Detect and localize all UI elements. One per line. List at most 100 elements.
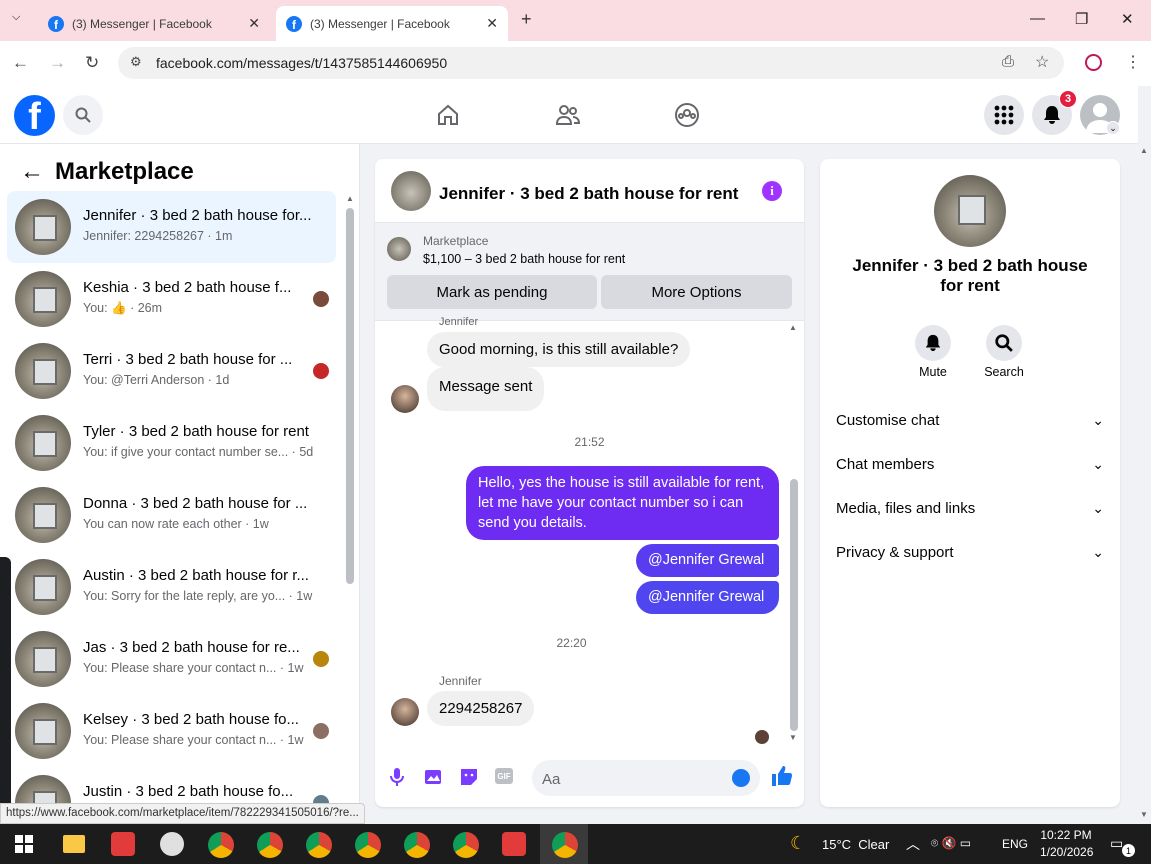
conversation-item[interactable]: Kelsey · 3 bed 2 bath house fo... You: P… xyxy=(7,695,336,767)
conversation-name: Justin · 3 bed 2 bath house fo... xyxy=(83,783,294,800)
bookmark-star-icon[interactable]: ☆ xyxy=(1035,52,1049,72)
sticker-icon[interactable] xyxy=(459,767,479,790)
facebook-logo-icon[interactable]: f xyxy=(14,95,55,136)
close-window-icon[interactable]: ✕ xyxy=(1121,10,1134,28)
tab-search-icon[interactable]: ⌵ xyxy=(12,11,20,24)
chrome-icon[interactable] xyxy=(257,832,283,858)
listing-price[interactable]: $1,100 – 3 bed 2 bath house for rent xyxy=(423,252,625,266)
language-indicator[interactable]: ENG xyxy=(1002,837,1028,851)
conversation-list-scrollbar[interactable] xyxy=(346,208,354,584)
more-options-button[interactable]: More Options xyxy=(601,275,792,309)
clock[interactable]: 10:22 PM 1/20/2026 xyxy=(1040,827,1094,861)
section-customise-chat[interactable]: Customise chat ⌄ xyxy=(836,412,1104,429)
listing-thumbnail[interactable] xyxy=(387,237,411,261)
section-privacy-support[interactable]: Privacy & support ⌄ xyxy=(836,544,1104,561)
section-media-files-links[interactable]: Media, files and links ⌄ xyxy=(836,500,1104,517)
weather-text[interactable]: 15°C Clear xyxy=(822,837,889,852)
facebook-header: f 3 ⌄ xyxy=(0,86,1138,144)
home-nav[interactable] xyxy=(433,100,463,130)
apps-grid-icon xyxy=(994,105,1014,125)
tab-messenger-1[interactable]: f (3) Messenger | Facebook ✕ xyxy=(38,6,270,41)
scroll-down-icon[interactable]: ▼ xyxy=(789,733,797,742)
windows-start-icon[interactable] xyxy=(15,835,33,856)
incoming-message[interactable]: 2294258267 xyxy=(427,691,535,726)
conversation-item[interactable]: Keshia · 3 bed 2 bath house f... You: 👍 … xyxy=(7,263,336,335)
chevron-down-icon: ⌄ xyxy=(1092,500,1104,516)
read-receipt-avatar xyxy=(313,723,329,739)
friends-nav[interactable] xyxy=(553,100,583,130)
listing-avatar-large[interactable] xyxy=(934,175,1006,247)
tray-icons[interactable]: ⌾ 🔇 ▭ xyxy=(931,836,971,851)
photo-icon[interactable] xyxy=(424,767,444,790)
mark-as-pending-button[interactable]: Mark as pending xyxy=(387,275,597,309)
chat-scrollbar[interactable] xyxy=(790,479,798,731)
site-info-icon[interactable]: ⚙ xyxy=(130,54,142,70)
gif-icon[interactable]: GIF xyxy=(495,768,513,784)
chat-title[interactable]: Jennifer · 3 bed 2 bath house for rent xyxy=(439,184,738,204)
forward-icon[interactable]: → xyxy=(49,53,66,73)
chrome-icon[interactable] xyxy=(208,832,234,858)
reload-icon[interactable]: ↻ xyxy=(85,53,99,73)
search-icon xyxy=(995,334,1013,352)
search-chat-button[interactable] xyxy=(986,325,1022,361)
message-input[interactable]: Aa xyxy=(532,760,760,796)
paint-icon[interactable] xyxy=(160,832,184,856)
tab-messenger-2[interactable]: f (3) Messenger | Facebook ✕ xyxy=(276,6,508,41)
conversation-item[interactable]: Tyler · 3 bed 2 bath house for rent You:… xyxy=(7,407,336,479)
tray-chevron-icon[interactable]: ︿ xyxy=(906,834,920,854)
windows-taskbar: ☾ 15°C Clear ︿ ⌾ 🔇 ▭ ENG 10:22 PM 1/20/2… xyxy=(0,824,1151,864)
microphone-icon[interactable] xyxy=(390,767,404,790)
section-chat-members[interactable]: Chat members ⌄ xyxy=(836,456,1104,473)
thumbs-up-icon[interactable] xyxy=(771,765,793,790)
incoming-message[interactable]: Good morning, is this still available? xyxy=(427,332,691,367)
groups-nav[interactable] xyxy=(672,100,702,130)
clock-date: 1/20/2026 xyxy=(1040,845,1094,859)
close-tab-icon[interactable]: ✕ xyxy=(248,15,260,32)
active-taskbar-item[interactable] xyxy=(540,824,588,864)
search-label: Search xyxy=(984,365,1024,379)
home-icon xyxy=(438,104,458,125)
conversation-item[interactable]: Austin · 3 bed 2 bath house for r... You… xyxy=(7,551,336,623)
mention-message[interactable]: @Jennifer Grewal xyxy=(636,581,779,614)
sender-avatar xyxy=(391,698,419,726)
back-icon[interactable]: ← xyxy=(12,53,29,73)
chat-pane: Jennifer · 3 bed 2 bath house for rent i… xyxy=(375,159,804,807)
new-tab-icon[interactable]: + xyxy=(521,9,532,30)
browser-menu-icon[interactable]: ⋮ xyxy=(1125,52,1141,72)
conversation-item[interactable]: Terri · 3 bed 2 bath house for ... You: … xyxy=(7,335,336,407)
restore-icon[interactable]: ❐ xyxy=(1075,10,1088,28)
menu-button[interactable] xyxy=(984,95,1024,135)
scroll-up-icon[interactable]: ▲ xyxy=(346,194,354,203)
back-arrow-icon[interactable]: ← xyxy=(20,158,44,186)
incoming-message[interactable]: Message sent xyxy=(427,367,545,411)
emoji-icon[interactable] xyxy=(732,769,750,787)
conversation-preview: Jennifer: 2294258267 · 1m xyxy=(83,229,233,243)
chrome-icon[interactable] xyxy=(453,832,479,858)
tab-title: (3) Messenger | Facebook xyxy=(72,16,212,31)
mute-button[interactable] xyxy=(915,325,951,361)
anydesk-icon[interactable] xyxy=(502,832,526,856)
url-text[interactable]: facebook.com/messages/t/1437585144606950 xyxy=(156,55,447,71)
page-scroll-down-icon[interactable]: ▼ xyxy=(1140,810,1148,819)
search-button[interactable] xyxy=(63,95,103,135)
chevron-down-icon[interactable]: ⌄ xyxy=(1106,121,1120,135)
chrome-icon[interactable] xyxy=(404,832,430,858)
outgoing-message[interactable]: Hello, yes the house is still available … xyxy=(466,466,779,540)
file-explorer-icon[interactable] xyxy=(63,835,85,853)
scroll-up-icon[interactable]: ▲ xyxy=(789,323,797,332)
chrome-icon[interactable] xyxy=(355,832,381,858)
conversation-item[interactable]: Jas · 3 bed 2 bath house for re... You: … xyxy=(7,623,336,695)
chrome-icon[interactable] xyxy=(306,832,332,858)
chat-avatar[interactable] xyxy=(391,171,431,211)
minimize-icon[interactable]: — xyxy=(1030,10,1045,27)
omnibox[interactable]: ⚙ facebook.com/messages/t/14375851446069… xyxy=(118,47,1064,79)
profile-icon[interactable] xyxy=(1085,54,1102,71)
close-tab-icon[interactable]: ✕ xyxy=(486,15,498,32)
conversation-item[interactable]: Donna · 3 bed 2 bath house for ... You c… xyxy=(7,479,336,551)
page-scroll-up-icon[interactable]: ▲ xyxy=(1140,146,1148,155)
anydesk-icon[interactable] xyxy=(111,832,135,856)
mention-message[interactable]: @Jennifer Grewal xyxy=(636,544,779,577)
install-app-icon[interactable]: ⎙ xyxy=(1002,53,1014,70)
conversation-item[interactable]: Jennifer · 3 bed 2 bath house for... Jen… xyxy=(7,191,336,263)
info-icon[interactable]: i xyxy=(762,181,782,201)
